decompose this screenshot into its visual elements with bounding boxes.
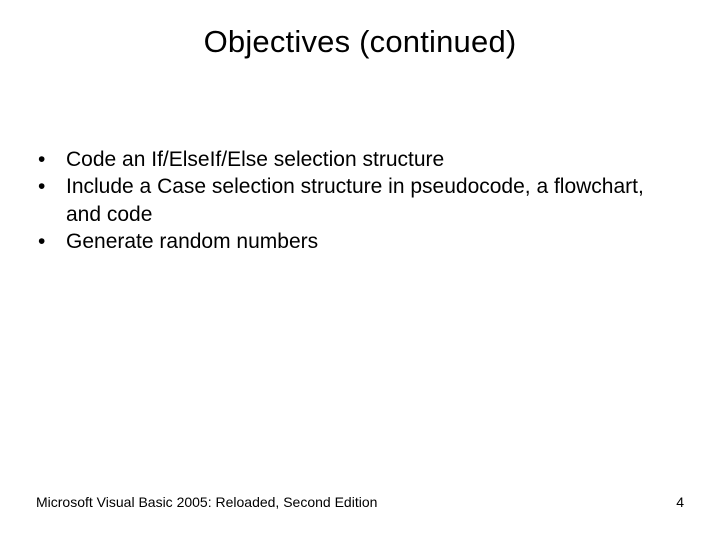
bullet-item: • Code an If/ElseIf/Else selection struc… xyxy=(36,146,684,173)
bullet-marker: • xyxy=(36,228,66,255)
bullet-item: • Include a Case selection structure in … xyxy=(36,173,684,228)
slide-body: • Code an If/ElseIf/Else selection struc… xyxy=(36,146,684,255)
bullet-item: • Generate random numbers xyxy=(36,228,684,255)
footer-source: Microsoft Visual Basic 2005: Reloaded, S… xyxy=(36,494,377,510)
bullet-text: Code an If/ElseIf/Else selection structu… xyxy=(66,146,684,173)
bullet-marker: • xyxy=(36,146,66,173)
bullet-text: Generate random numbers xyxy=(66,228,684,255)
slide-title: Objectives (continued) xyxy=(0,24,720,60)
page-number: 4 xyxy=(676,494,684,510)
bullet-text: Include a Case selection structure in ps… xyxy=(66,173,684,228)
bullet-marker: • xyxy=(36,173,66,200)
slide: Objectives (continued) • Code an If/Else… xyxy=(0,0,720,540)
